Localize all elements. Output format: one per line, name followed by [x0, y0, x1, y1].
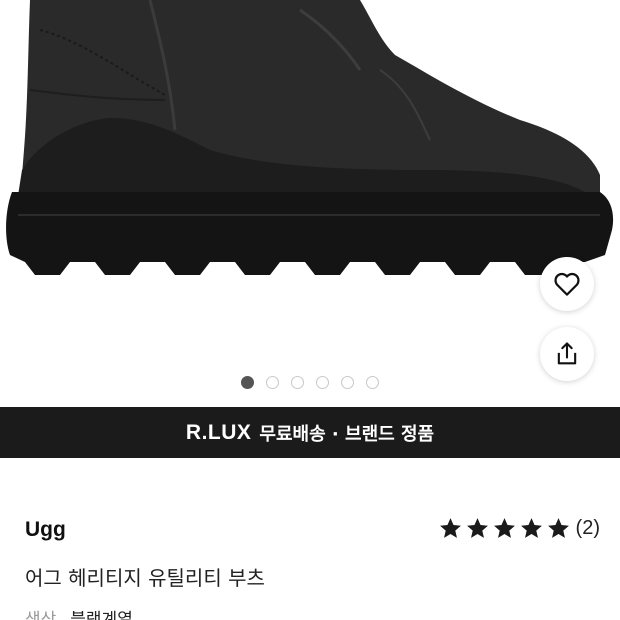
star-icon	[493, 518, 515, 538]
star-icon	[439, 518, 461, 538]
wishlist-button[interactable]	[540, 257, 594, 311]
review-count[interactable]: (2)	[576, 517, 600, 540]
color-label: 색상	[25, 610, 57, 620]
gallery-dot[interactable]	[266, 376, 279, 389]
product-name: 어그 헤리티지 유틸리티 부츠	[25, 566, 265, 590]
banner-message: 무료배송 · 브랜드 정품	[259, 423, 435, 445]
color-attribute: 색상 블랙계열	[25, 605, 133, 620]
heart-icon	[554, 272, 580, 296]
gallery-dot[interactable]	[341, 376, 354, 389]
gallery-dot[interactable]	[316, 376, 329, 389]
gallery-dot[interactable]	[366, 376, 379, 389]
gallery-dot[interactable]	[241, 376, 254, 389]
gallery-dot[interactable]	[291, 376, 304, 389]
star-icon	[520, 518, 542, 538]
gallery-pagination	[0, 376, 620, 389]
rating[interactable]: (2)	[436, 516, 600, 541]
star-icon	[466, 518, 488, 538]
promo-banner: R.LUX 무료배송 · 브랜드 정품	[0, 407, 620, 458]
product-image-gallery[interactable]	[0, 0, 620, 405]
share-icon	[557, 342, 577, 365]
star-icon	[547, 518, 569, 538]
color-value: 블랙계열	[70, 610, 133, 620]
share-button[interactable]	[540, 327, 594, 381]
brand-rating-row: Ugg (2)	[25, 516, 600, 546]
banner-brand: R.LUX	[185, 420, 252, 444]
product-photo	[6, 0, 614, 275]
brand-link[interactable]: Ugg	[25, 518, 66, 542]
